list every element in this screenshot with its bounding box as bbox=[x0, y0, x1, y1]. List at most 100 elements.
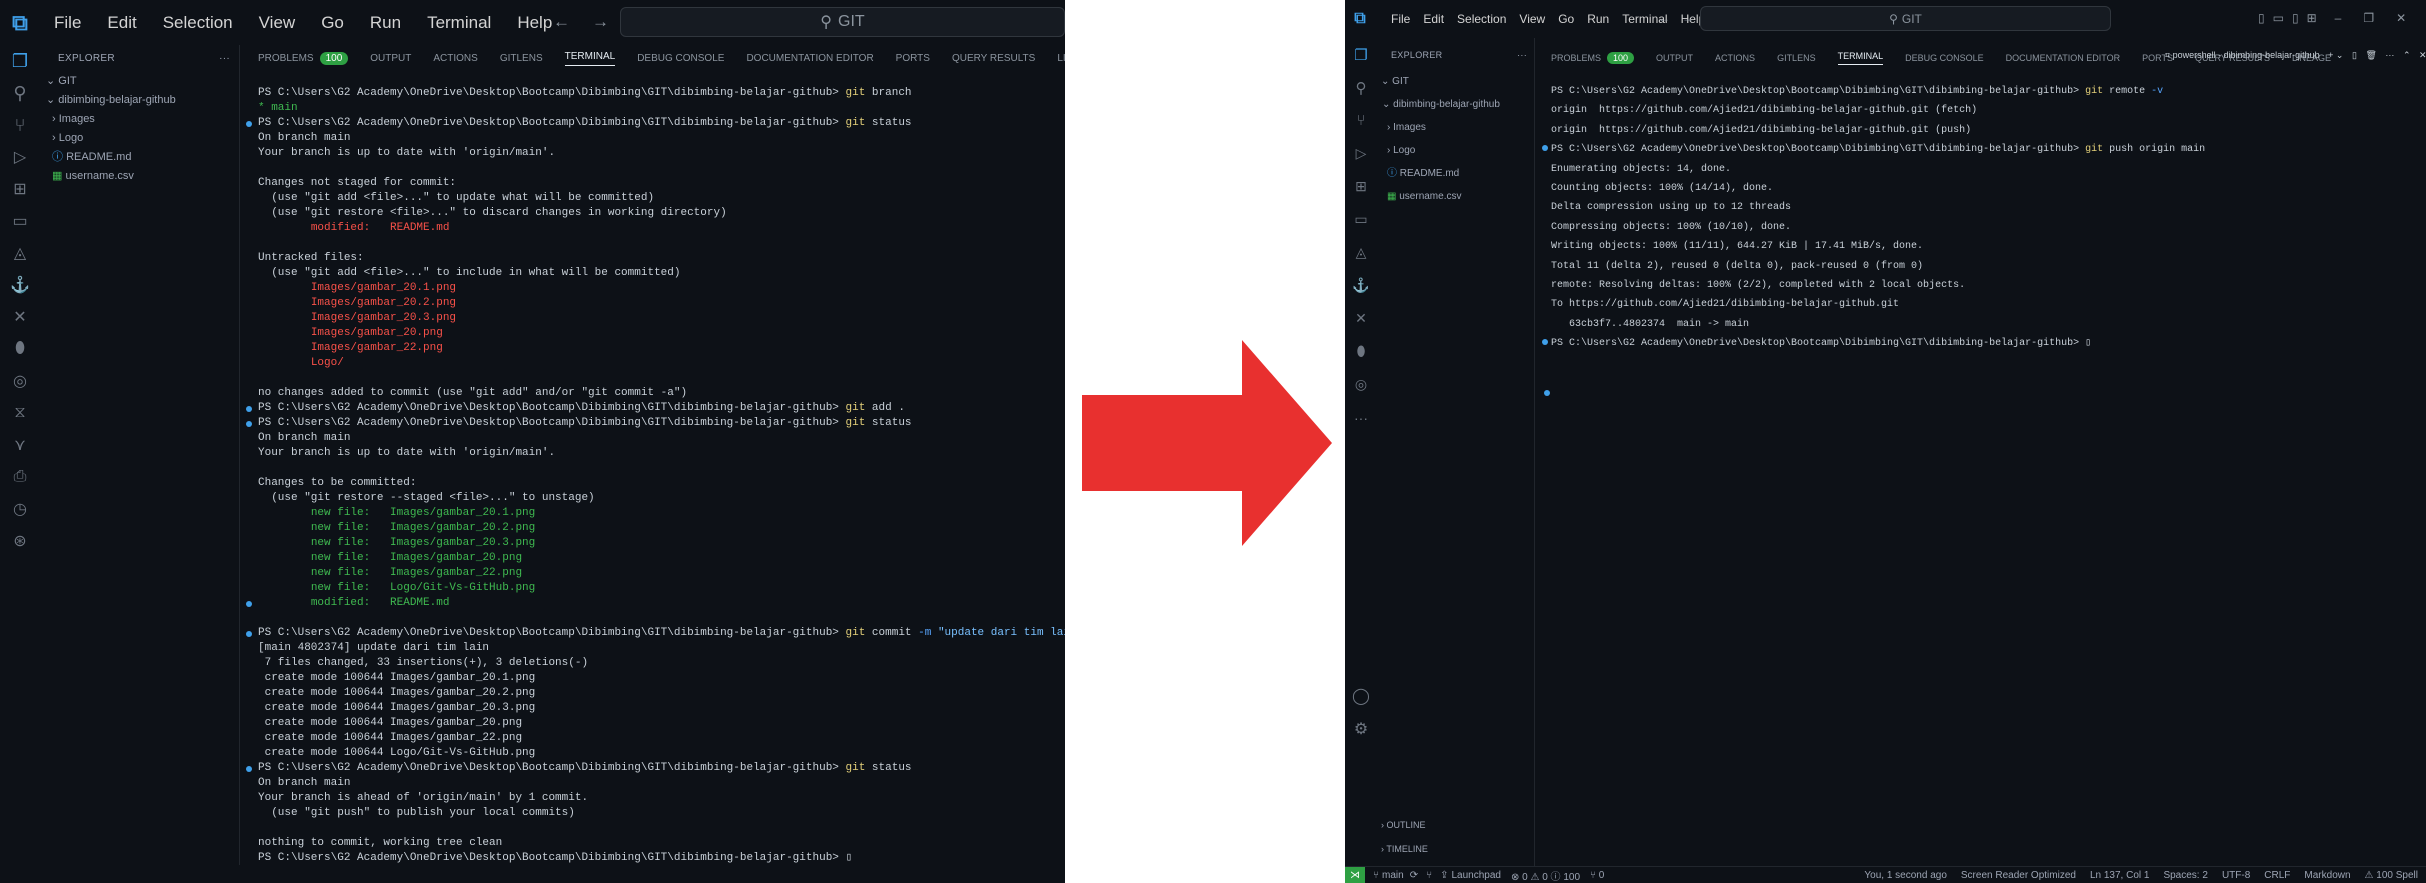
command-decoration-dot[interactable] bbox=[246, 766, 252, 772]
tab-documentation-editor[interactable]: DOCUMENTATION EDITOR bbox=[746, 53, 873, 64]
tree-item-readme-md[interactable]: ⓘ README.md bbox=[1377, 162, 1534, 185]
remote-indicator[interactable]: ⋊ bbox=[1345, 866, 1365, 883]
screen-reader-status[interactable]: Screen Reader Optimized bbox=[1961, 870, 2076, 881]
command-decoration-dot[interactable] bbox=[246, 421, 252, 427]
timer-icon[interactable]: ◷ bbox=[0, 493, 40, 525]
problems-status[interactable]: ⊗ 0 ⚠ 0 ⓘ 100 bbox=[1511, 868, 1580, 883]
tab-query-results[interactable]: QUERY RESULTS bbox=[952, 53, 1035, 64]
minimize-icon[interactable]: – bbox=[2335, 11, 2342, 25]
maximize-panel-icon[interactable]: ⌃ bbox=[2403, 50, 2411, 60]
source-control-icon[interactable]: ⑂ bbox=[0, 109, 40, 141]
search-icon[interactable]: ⚲ bbox=[0, 77, 40, 109]
tab-terminal[interactable]: TERMINAL bbox=[564, 51, 616, 66]
tab-problems[interactable]: PROBLEMS 100 bbox=[1551, 52, 1635, 64]
manage-gear-icon[interactable]: ⚙ bbox=[1345, 712, 1377, 745]
tree-item-username-csv[interactable]: ▦ username.csv bbox=[1377, 185, 1534, 208]
tab-actions[interactable]: ACTIONS bbox=[433, 53, 477, 64]
source-control-icon[interactable]: ⑂ bbox=[1345, 104, 1377, 137]
tab-debug-console[interactable]: DEBUG CONSOLE bbox=[637, 53, 724, 64]
cursor-position[interactable]: Ln 137, Col 1 bbox=[2090, 870, 2150, 881]
kill-terminal-icon[interactable]: 🗑 bbox=[2365, 50, 2376, 60]
terminal-cursor[interactable]: ▯ bbox=[2085, 338, 2091, 349]
notebook-icon[interactable]: ⎙ bbox=[0, 461, 40, 493]
mongodb-icon[interactable]: ⬮ bbox=[1345, 335, 1377, 368]
indentation-status[interactable]: Spaces: 2 bbox=[2163, 870, 2207, 881]
menu-item-run[interactable]: Run bbox=[1587, 12, 1609, 26]
menu-item-terminal[interactable]: Terminal bbox=[427, 13, 491, 33]
menu-item-run[interactable]: Run bbox=[370, 13, 401, 33]
toggle-sidebar-icon[interactable]: ▯ bbox=[2258, 11, 2265, 25]
command-decoration-dot[interactable] bbox=[246, 631, 252, 637]
menu-item-edit[interactable]: Edit bbox=[1423, 12, 1444, 26]
close-icon[interactable]: ✕ bbox=[2396, 11, 2406, 25]
run-debug-icon[interactable]: ▷ bbox=[1345, 137, 1377, 170]
testing-icon[interactable]: ⧖ bbox=[0, 397, 40, 429]
docker-icon[interactable]: ⚓ bbox=[1345, 269, 1377, 302]
more-views-icon[interactable]: ··· bbox=[1345, 401, 1377, 434]
ports-status[interactable]: ⑂ 0 bbox=[1590, 870, 1604, 881]
tree-item-images[interactable]: › Images bbox=[40, 110, 239, 129]
database-icon[interactable]: ◎ bbox=[1345, 368, 1377, 401]
encoding-status[interactable]: UTF-8 bbox=[2222, 870, 2250, 881]
gitlens-icon[interactable]: ◬ bbox=[0, 237, 40, 269]
menu-item-view[interactable]: View bbox=[1519, 12, 1545, 26]
forward-arrow-icon[interactable]: → bbox=[592, 12, 609, 32]
spell-check-status[interactable]: ⚠ 100 Spell bbox=[2365, 870, 2418, 881]
menu-item-file[interactable]: File bbox=[1391, 12, 1410, 26]
terminal-output[interactable]: PS C:\Users\G2 Academy\OneDrive\Desktop\… bbox=[246, 86, 1065, 866]
tree-item-username-csv[interactable]: ▦ username.csv bbox=[40, 167, 239, 186]
customize-layout-icon[interactable]: ⊞ bbox=[2307, 11, 2317, 25]
tools-icon[interactable]: ✕ bbox=[1345, 302, 1377, 335]
menu-item-help[interactable]: Help bbox=[517, 13, 552, 33]
git-graph-icon[interactable]: ⑂ bbox=[1426, 870, 1432, 881]
menu-item-go[interactable]: Go bbox=[321, 13, 344, 33]
eol-status[interactable]: CRLF bbox=[2264, 870, 2290, 881]
mongodb-icon[interactable]: ⬮ bbox=[0, 333, 40, 365]
remote-explorer-icon[interactable]: ▭ bbox=[0, 205, 40, 237]
command-decoration-dot[interactable] bbox=[246, 121, 252, 127]
docker-icon[interactable]: ⚓ bbox=[0, 269, 40, 301]
tab-output[interactable]: OUTPUT bbox=[1656, 53, 1693, 63]
outline-section[interactable]: › OUTLINE bbox=[1381, 820, 1426, 830]
sync-icon[interactable]: ⟳ bbox=[1410, 870, 1418, 881]
tools-icon[interactable]: ✕ bbox=[0, 301, 40, 333]
command-center-search[interactable]: ⚲ GIT bbox=[1700, 6, 2111, 31]
remote-explorer-icon[interactable]: ▭ bbox=[1345, 203, 1377, 236]
tree-item-readme-md[interactable]: ⓘ README.md bbox=[40, 148, 239, 167]
workspace-root[interactable]: ⌄ GIT bbox=[1377, 70, 1534, 93]
terminal-cursor[interactable]: ▯ bbox=[846, 852, 853, 864]
tab-problems[interactable]: PROBLEMS 100 bbox=[258, 52, 349, 65]
forward-arrow-icon[interactable]: → bbox=[1682, 11, 1694, 25]
menu-item-edit[interactable]: Edit bbox=[107, 13, 136, 33]
tab-debug-console[interactable]: DEBUG CONSOLE bbox=[1905, 53, 1984, 63]
tree-item-dibimbing-belajar-github[interactable]: ⌄ dibimbing-belajar-github bbox=[40, 91, 239, 110]
tab-output[interactable]: OUTPUT bbox=[370, 53, 411, 64]
extensions-icon[interactable]: ⊞ bbox=[1345, 170, 1377, 203]
menu-item-file[interactable]: File bbox=[54, 13, 81, 33]
settings-sync-icon[interactable]: ⊛ bbox=[0, 525, 40, 557]
launchpad-label[interactable]: Launchpad bbox=[1451, 870, 1501, 881]
menu-item-selection[interactable]: Selection bbox=[1457, 12, 1506, 26]
tab-ports[interactable]: PORTS bbox=[896, 53, 930, 64]
command-decoration-dot[interactable] bbox=[246, 601, 252, 607]
tab-actions[interactable]: ACTIONS bbox=[1715, 53, 1755, 63]
tree-item-dibimbing-belajar-github[interactable]: ⌄ dibimbing-belajar-github bbox=[1377, 93, 1534, 116]
tree-item-logo[interactable]: › Logo bbox=[1377, 139, 1534, 162]
tab-gitlens[interactable]: GITLENS bbox=[500, 53, 543, 64]
terminal-output[interactable]: PS C:\Users\G2 Academy\OneDrive\Desktop\… bbox=[1542, 82, 2411, 353]
explorer-icon[interactable]: ❐ bbox=[0, 45, 40, 77]
tab-documentation-editor[interactable]: DOCUMENTATION EDITOR bbox=[2006, 53, 2121, 63]
toggle-secondary-sidebar-icon[interactable]: ▯ bbox=[2292, 11, 2299, 25]
tab-lineage[interactable]: LINEAGE bbox=[1057, 53, 1065, 64]
more-actions-icon[interactable]: ··· bbox=[1517, 50, 1527, 60]
workspace-root[interactable]: ⌄ GIT bbox=[40, 72, 239, 91]
command-decoration-dot[interactable] bbox=[1542, 145, 1548, 152]
command-decoration-dot[interactable] bbox=[1542, 339, 1548, 346]
back-arrow-icon[interactable]: ← bbox=[1658, 11, 1670, 25]
extensions-icon[interactable]: ⊞ bbox=[0, 173, 40, 205]
panel-more-icon[interactable]: ··· bbox=[2385, 50, 2394, 60]
sql-icon[interactable]: ⋎ bbox=[0, 429, 40, 461]
menu-item-selection[interactable]: Selection bbox=[163, 13, 233, 33]
maximize-icon[interactable]: ❐ bbox=[2363, 11, 2374, 25]
new-terminal-icon[interactable]: + ⌄ bbox=[2328, 50, 2343, 60]
